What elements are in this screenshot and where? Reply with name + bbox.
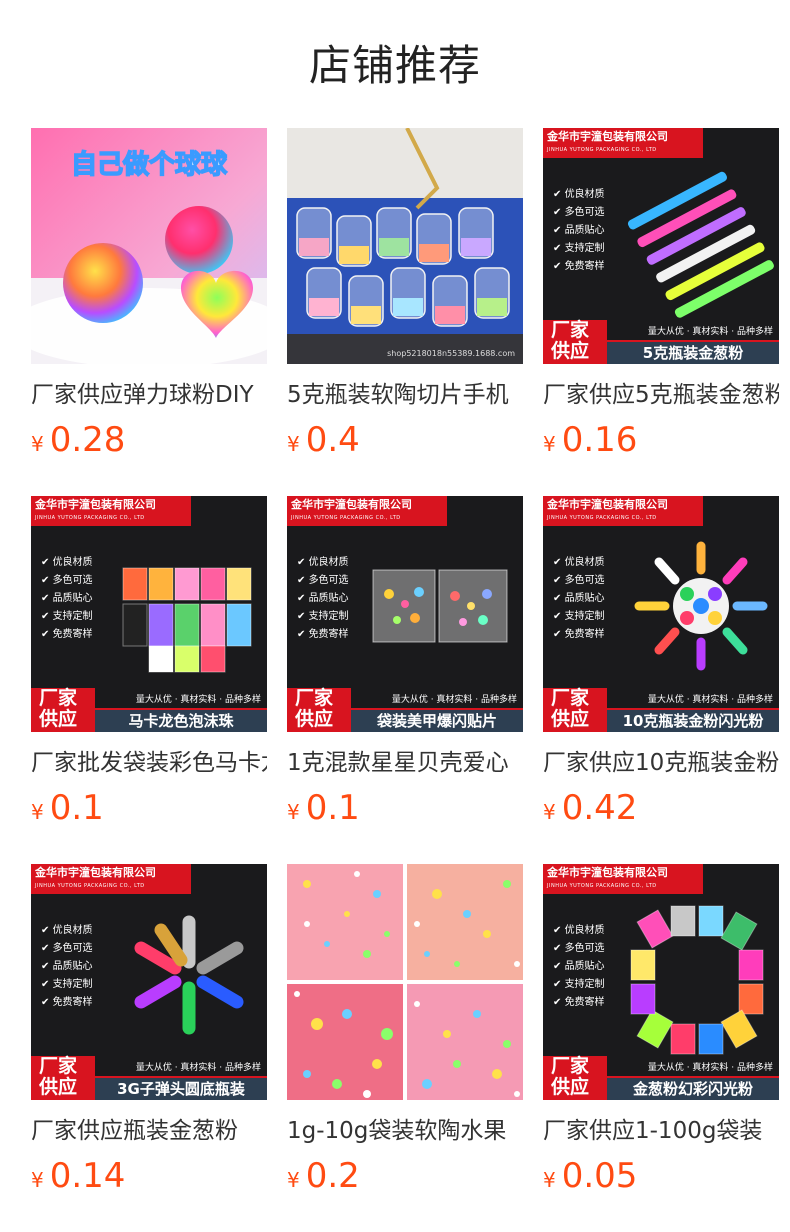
price-value: 0.28 — [49, 420, 126, 460]
price-value: 0.42 — [561, 788, 638, 828]
product-image[interactable]: 金华市宇潼包装有限公司 JINHUA YUTONG PACKAGING CO., … — [31, 496, 267, 732]
currency-symbol: ¥ — [287, 432, 300, 456]
page-title: 店铺推荐 — [308, 41, 481, 90]
image-caption: 自己做个球球 — [71, 149, 228, 180]
price: ¥0.05 — [543, 1156, 779, 1196]
tagline: 量大从优 · 真材实料 · 品种多样 — [351, 690, 523, 710]
product-card[interactable]: 金华市宇潼包装有限公司 JINHUA YUTONG PACKAGING CO., … — [543, 496, 779, 828]
image-banner: 10克瓶装金粉闪光粉 — [607, 710, 779, 732]
image-banner: 马卡龙色泡沫珠 — [95, 710, 267, 732]
product-card[interactable]: 1g-10g袋装软陶水果 ¥0.2 — [287, 864, 523, 1196]
price: ¥0.28 — [31, 420, 267, 460]
product-card[interactable]: 金华市宇潼包装有限公司 JINHUA YUTONG PACKAGING CO., … — [543, 864, 779, 1196]
product-name[interactable]: 1克混款星星贝壳爱心 — [287, 746, 523, 780]
price-value: 0.2 — [305, 1156, 360, 1196]
product-image[interactable]: 金华市宇潼包装有限公司 JINHUA YUTONG PACKAGING CO., … — [543, 864, 779, 1100]
product-name[interactable]: 1g-10g袋装软陶水果 — [287, 1114, 523, 1148]
image-caption: shop5218018n55389.1688.com — [387, 349, 515, 358]
product-name[interactable]: 厂家供应瓶装金葱粉 — [31, 1114, 267, 1148]
price: ¥0.14 — [31, 1156, 267, 1196]
product-name[interactable]: 厂家供应弹力球粉DIY — [31, 378, 267, 412]
factory-badge: 厂家 供应 — [543, 1056, 607, 1100]
price: ¥0.1 — [287, 788, 523, 828]
product-card[interactable]: 金华市宇潼包装有限公司 JINHUA YUTONG PACKAGING CO., … — [31, 864, 267, 1196]
price: ¥0.42 — [543, 788, 779, 828]
product-image[interactable]: 金华市宇潼包装有限公司 JINHUA YUTONG PACKAGING CO., … — [287, 496, 523, 732]
price: ¥0.2 — [287, 1156, 523, 1196]
product-image[interactable]: 金华市宇潼包装有限公司 JINHUA YUTONG PACKAGING CO., … — [543, 128, 779, 364]
price-value: 0.05 — [561, 1156, 638, 1196]
price: ¥0.16 — [543, 420, 779, 460]
product-name[interactable]: 厂家批发袋装彩色马卡龙 — [31, 746, 267, 780]
product-image[interactable]: shop5218018n55389.1688.com — [287, 128, 523, 364]
currency-symbol: ¥ — [543, 800, 556, 824]
product-image[interactable]: 自己做个球球 — [31, 128, 267, 364]
factory-badge: 厂家 供应 — [287, 688, 351, 732]
currency-symbol: ¥ — [543, 1168, 556, 1192]
product-image[interactable] — [287, 864, 523, 1100]
currency-symbol: ¥ — [287, 800, 300, 824]
product-card[interactable]: 金华市宇潼包装有限公司 JINHUA YUTONG PACKAGING CO., … — [31, 496, 267, 828]
currency-symbol: ¥ — [287, 1168, 300, 1192]
tagline: 量大从优 · 真材实料 · 品种多样 — [95, 1058, 267, 1078]
factory-badge: 厂家 供应 — [31, 688, 95, 732]
price-value: 0.4 — [305, 420, 360, 460]
currency-symbol: ¥ — [543, 432, 556, 456]
product-name[interactable]: 厂家供应10克瓶装金粉 — [543, 746, 779, 780]
price-value: 0.1 — [305, 788, 360, 828]
price-value: 0.1 — [49, 788, 104, 828]
tagline: 量大从优 · 真材实料 · 品种多样 — [95, 690, 267, 710]
product-image[interactable]: 金华市宇潼包装有限公司 JINHUA YUTONG PACKAGING CO., … — [543, 496, 779, 732]
factory-badge: 厂家 供应 — [543, 688, 607, 732]
image-banner: 袋装美甲爆闪贴片 — [351, 710, 523, 732]
price-value: 0.14 — [49, 1156, 126, 1196]
image-banner: 3G子弹头圆底瓶装 — [95, 1078, 267, 1100]
price-value: 0.16 — [561, 420, 638, 460]
currency-symbol: ¥ — [31, 800, 44, 824]
currency-symbol: ¥ — [31, 1168, 44, 1192]
product-card[interactable]: shop5218018n55389.1688.com 5克瓶装软陶切片手机 ¥0… — [287, 128, 523, 460]
product-card[interactable]: 金华市宇潼包装有限公司 JINHUA YUTONG PACKAGING CO., … — [287, 496, 523, 828]
price: ¥0.4 — [287, 420, 523, 460]
image-banner: 金葱粉幻彩闪光粉 — [607, 1078, 779, 1100]
price: ¥0.1 — [31, 788, 267, 828]
product-card[interactable]: 自己做个球球 厂家供应弹力球粉DIY ¥0.28 — [31, 128, 267, 460]
image-banner: 5克瓶装金葱粉 — [607, 342, 779, 364]
tagline: 量大从优 · 真材实料 · 品种多样 — [607, 690, 779, 710]
factory-badge: 厂家 供应 — [31, 1056, 95, 1100]
factory-badge: 厂家 供应 — [543, 320, 607, 364]
tagline: 量大从优 · 真材实料 · 品种多样 — [607, 1058, 779, 1078]
currency-symbol: ¥ — [31, 432, 44, 456]
product-image[interactable]: 金华市宇潼包装有限公司 JINHUA YUTONG PACKAGING CO., … — [31, 864, 267, 1100]
product-card[interactable]: 金华市宇潼包装有限公司 JINHUA YUTONG PACKAGING CO., … — [543, 128, 779, 460]
product-name[interactable]: 厂家供应5克瓶装金葱粉 — [543, 378, 779, 412]
product-name[interactable]: 厂家供应1-100g袋装 — [543, 1114, 779, 1148]
product-name[interactable]: 5克瓶装软陶切片手机 — [287, 378, 523, 412]
tagline: 量大从优 · 真材实料 · 品种多样 — [607, 322, 779, 342]
